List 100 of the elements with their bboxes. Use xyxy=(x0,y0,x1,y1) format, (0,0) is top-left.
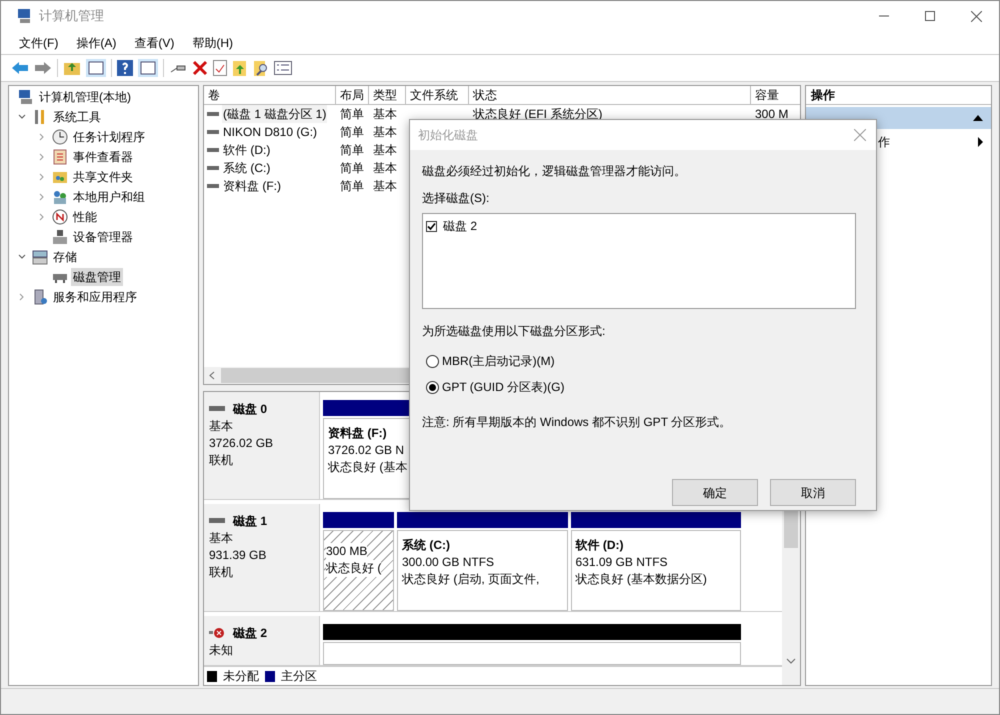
partition-title: 软件 (D:) xyxy=(576,537,624,554)
tree-item[interactable]: 计算机管理(本地) xyxy=(37,88,133,106)
column-header[interactable]: 类型 xyxy=(369,86,406,104)
drive-icon xyxy=(207,146,219,154)
folder-up-icon[interactable] xyxy=(232,60,248,76)
partition-box[interactable]: 软件 (D:) 631.09 GB NTFS 状态良好 (基本数据分区) xyxy=(570,530,741,611)
delete-icon[interactable] xyxy=(192,60,208,76)
tree-item[interactable]: 事件查看器 xyxy=(71,148,135,166)
scrollbar-thumb[interactable] xyxy=(784,510,798,548)
table-cell[interactable]: 资料盘 (F:) xyxy=(222,177,282,195)
table-cell-text: 简单 xyxy=(340,124,364,141)
help-icon[interactable] xyxy=(117,60,133,76)
radio-button[interactable] xyxy=(426,380,439,394)
tree-item[interactable]: 磁盘管理 xyxy=(71,268,123,286)
disk-info: 931.39 GB xyxy=(209,547,268,564)
back-arrow-icon[interactable] xyxy=(11,60,29,76)
forward-arrow-icon[interactable] xyxy=(34,60,52,76)
panel-icon[interactable] xyxy=(86,59,106,77)
list-icon[interactable] xyxy=(274,61,292,75)
partition-info: 状态良好 (基本 xyxy=(328,459,408,476)
dialog-button[interactable]: 取消 xyxy=(770,479,856,506)
panel-icon[interactable] xyxy=(138,59,158,77)
action-item[interactable]: 作 xyxy=(806,131,991,153)
search-icon[interactable] xyxy=(253,60,269,76)
column-header[interactable]: 文件系统 xyxy=(406,86,469,104)
disk-info: 联机 xyxy=(209,452,234,469)
partition-info: 状态良好 (启动, 页面文件, xyxy=(402,571,540,588)
partition-box[interactable]: 300 MB 状态良好 ( xyxy=(323,530,394,611)
column-header[interactable]: 状态 xyxy=(469,86,751,104)
dialog-button[interactable]: 确定 xyxy=(672,479,758,506)
disk-info: 联机 xyxy=(209,564,234,581)
partition-title: 系统 (C:) xyxy=(402,537,450,554)
legend-label: 主分区 xyxy=(281,668,317,685)
disk-list[interactable]: 磁盘 2 xyxy=(422,213,856,309)
drive-icon xyxy=(207,110,219,118)
folder-up-icon[interactable] xyxy=(63,60,81,76)
drive-icon xyxy=(207,164,219,172)
note-text: 注意: 所有早期版本的 Windows 都不识别 GPT 分区形式。 xyxy=(422,414,732,431)
legend-label: 未分配 xyxy=(223,668,259,685)
tree-item[interactable]: 本地用户和组 xyxy=(71,188,147,206)
table-cell-text: 基本 xyxy=(373,124,397,141)
checkbox-label: 磁盘 2 xyxy=(443,218,478,235)
pane-title: 操作 xyxy=(806,86,991,105)
column-header[interactable]: 卷 xyxy=(204,86,336,104)
column-header[interactable]: 布局 xyxy=(336,86,369,104)
dialog-title: 初始化磁盘 xyxy=(418,127,478,144)
radio-label: GPT (GUID 分区表)(G) xyxy=(442,379,564,396)
table-cell-text: 简单 xyxy=(340,106,364,123)
table-cell-text: 基本 xyxy=(373,106,397,123)
tree-item[interactable]: 任务计划程序 xyxy=(71,128,147,146)
disk-name: 磁盘 2 xyxy=(233,625,268,642)
menu-item[interactable]: 文件(F) xyxy=(11,34,66,52)
submenu-arrow-icon[interactable] xyxy=(978,137,983,147)
menu-item[interactable]: 操作(A) xyxy=(68,34,124,52)
dialog-message: 磁盘必须经过初始化，逻辑磁盘管理器才能访问。 xyxy=(422,163,687,180)
clock-icon xyxy=(52,129,68,145)
action-label: 作 xyxy=(878,134,890,151)
table-cell[interactable]: NIKON D810 (G:) xyxy=(222,123,318,141)
table-cell-text: 简单 xyxy=(340,178,364,195)
column-header[interactable]: 容量 xyxy=(751,86,800,104)
gauge-icon xyxy=(52,209,68,225)
select-disk-label: 选择磁盘(S): xyxy=(422,190,490,207)
partition-box[interactable]: 系统 (C:) 300.00 GB NTFS 状态良好 (启动, 页面文件, xyxy=(397,530,568,611)
menu-item[interactable]: 帮助(H) xyxy=(184,34,241,52)
disk-info: 未知 xyxy=(209,642,234,659)
tree-item[interactable]: 存储 xyxy=(51,248,79,266)
computer-icon xyxy=(17,8,33,24)
tree-item[interactable]: 服务和应用程序 xyxy=(51,288,139,306)
checklist-icon[interactable] xyxy=(213,60,227,76)
table-cell[interactable]: 系统 (C:) xyxy=(222,159,272,177)
users-icon xyxy=(52,189,68,205)
disk-name: 磁盘 0 xyxy=(233,401,268,418)
tree-item[interactable]: 共享文件夹 xyxy=(71,168,135,186)
close-icon[interactable] xyxy=(854,129,866,141)
storage-icon xyxy=(32,249,48,265)
table-cell-text: 基本 xyxy=(373,178,397,195)
partition-info: 状态良好 ( xyxy=(326,560,382,577)
computer-icon xyxy=(18,89,34,105)
log-icon xyxy=(52,149,68,165)
table-cell[interactable]: (磁盘 1 磁盘分区 1) xyxy=(222,105,328,123)
tree-item[interactable]: 系统工具 xyxy=(51,108,103,126)
disk-name: 磁盘 1 xyxy=(233,513,268,530)
radio-label: MBR(主启动记录)(M) xyxy=(442,353,555,370)
table-cell-text: 简单 xyxy=(340,142,364,159)
partition-title: 资料盘 (F:) xyxy=(328,425,387,442)
partition-info: 状态良好 (基本数据分区) xyxy=(576,571,707,588)
folder-icon xyxy=(52,169,68,185)
device-icon xyxy=(52,229,68,245)
collapse-icon[interactable] xyxy=(973,115,983,121)
disk-info: 基本 xyxy=(209,530,234,547)
table-cell[interactable]: 软件 (D:) xyxy=(222,141,272,159)
menu-item[interactable]: 查看(V) xyxy=(126,34,182,52)
disk-info: 基本 xyxy=(209,418,234,435)
table-cell-text: 基本 xyxy=(373,160,397,177)
tree-item[interactable]: 性能 xyxy=(71,208,99,226)
partition-style-label: 为所选磁盘使用以下磁盘分区形式: xyxy=(422,323,606,340)
partition-info: 3726.02 GB N xyxy=(328,442,404,459)
radio-button[interactable] xyxy=(426,354,439,368)
checkbox[interactable] xyxy=(426,220,437,232)
tree-item[interactable]: 设备管理器 xyxy=(71,228,135,246)
